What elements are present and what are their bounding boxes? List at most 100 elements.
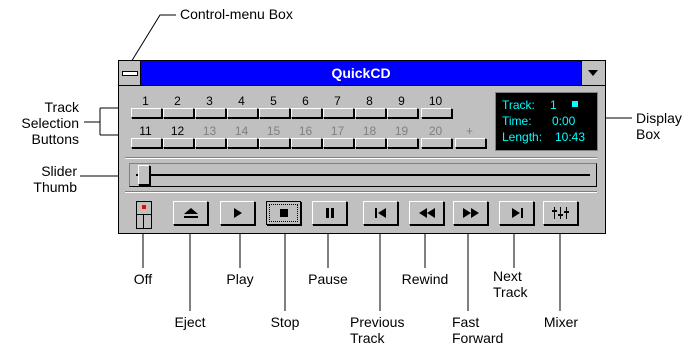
next-track-icon <box>511 208 523 218</box>
quickcd-window: QuickCD 1 2 3 4 5 6 7 8 9 10 11 12 13 14… <box>118 60 606 234</box>
callout-slider-thumb-2: Thumb <box>33 179 77 195</box>
track-number-label: 6 <box>302 94 309 108</box>
callout-track-selection-3: Buttons <box>31 131 79 147</box>
mixer-icon <box>551 207 569 219</box>
minimize-button[interactable] <box>581 61 605 85</box>
eject-icon <box>183 208 198 218</box>
off-button[interactable] <box>136 201 152 229</box>
track-button-8[interactable] <box>355 108 386 118</box>
callout-fast-forward-2: Forward <box>452 330 504 346</box>
track-button-7[interactable] <box>323 108 354 118</box>
title-bar: QuickCD <box>119 61 605 86</box>
fast-forward-icon <box>462 208 479 218</box>
stop-button[interactable] <box>266 201 301 225</box>
track-button-1[interactable] <box>131 108 162 118</box>
callout-rewind: Rewind <box>401 271 449 287</box>
track-number-label: 2 <box>174 94 181 108</box>
down-arrow-icon <box>588 70 598 76</box>
callout-display-box-2: Box <box>636 126 661 142</box>
callout-next-track-2: Track <box>493 284 528 300</box>
track-label: Track: <box>502 98 535 112</box>
track-number-label: 19 <box>394 124 409 138</box>
callout-track-selection-2: Selection <box>21 115 79 131</box>
play-icon <box>233 208 242 218</box>
track-number-label: 8 <box>366 94 373 108</box>
divider <box>143 215 144 228</box>
track-button-13[interactable] <box>195 138 226 148</box>
callout-next-track-1: Next <box>493 268 522 284</box>
track-number-label: 7 <box>334 94 341 108</box>
control-menu-icon <box>122 71 138 76</box>
track-button-3[interactable] <box>195 108 226 118</box>
control-menu-box[interactable] <box>119 61 141 85</box>
track-number-label: 12 <box>170 124 185 138</box>
track-number-label: 18 <box>362 124 377 138</box>
callout-control-menu-box: Control-menu Box <box>180 6 293 22</box>
slider-thumb[interactable] <box>138 165 150 185</box>
track-number-label: + <box>465 124 473 138</box>
separator <box>125 157 597 159</box>
time-value: 0:00 <box>552 114 576 128</box>
track-number-label: 16 <box>298 124 313 138</box>
next-track-button[interactable] <box>499 201 534 225</box>
track-number-label: 10 <box>428 94 443 108</box>
track-number-label: 14 <box>234 124 249 138</box>
track-button-14[interactable] <box>227 138 258 148</box>
separator <box>125 191 597 193</box>
rewind-icon <box>418 208 435 218</box>
track-number-label: 9 <box>398 94 405 108</box>
track-button-19[interactable] <box>387 138 418 148</box>
previous-track-icon <box>374 208 386 218</box>
callout-mixer: Mixer <box>543 314 579 330</box>
track-button-2[interactable] <box>163 108 194 118</box>
play-button[interactable] <box>220 201 255 225</box>
callout-previous-track-1: Previous <box>350 314 405 330</box>
track-button-17[interactable] <box>323 138 354 148</box>
callout-previous-track-2: Track <box>350 330 385 346</box>
display-box: Track: 1 Time: 0:00 Length: 10:43 <box>495 92 598 151</box>
callout-play: Play <box>226 271 254 287</box>
track-number-label: 11 <box>139 124 152 138</box>
track-number-label: 4 <box>238 94 245 108</box>
rewind-button[interactable] <box>409 201 444 225</box>
callout-eject: Eject <box>174 314 206 330</box>
callout-display-box-1: Display <box>636 110 682 126</box>
track-button-10[interactable] <box>421 108 452 118</box>
track-number-label: 5 <box>270 94 277 108</box>
length-label: Length: <box>502 130 543 144</box>
track-number-label: 15 <box>266 124 281 138</box>
track-number-label: 20 <box>428 124 443 138</box>
length-value: 10:43 <box>555 130 586 144</box>
track-button-5[interactable] <box>259 108 290 118</box>
track-button-6[interactable] <box>291 108 322 118</box>
slider-groove <box>136 174 590 176</box>
callout-stop: Stop <box>270 314 300 330</box>
divider <box>137 214 151 215</box>
pause-button[interactable] <box>312 201 347 225</box>
playing-indicator-icon <box>572 101 578 107</box>
fast-forward-button[interactable] <box>453 201 488 225</box>
track-button-16[interactable] <box>291 138 322 148</box>
callout-pause: Pause <box>308 271 348 287</box>
track-number-label: 17 <box>330 124 345 138</box>
track-button-more[interactable] <box>455 138 486 148</box>
eject-button[interactable] <box>173 201 208 225</box>
mixer-button[interactable] <box>543 201 578 225</box>
track-button-15[interactable] <box>259 138 290 148</box>
previous-track-button[interactable] <box>363 201 398 225</box>
pause-icon <box>325 208 334 218</box>
track-button-18[interactable] <box>355 138 386 148</box>
callout-off: Off <box>133 271 153 287</box>
track-button-11[interactable] <box>131 138 162 148</box>
window-title: QuickCD <box>331 65 391 81</box>
track-number-label: 3 <box>206 94 213 108</box>
stop-icon <box>279 209 288 217</box>
callout-fast-forward-1: Fast <box>452 314 480 330</box>
callout-track-selection-1: Track <box>44 99 79 115</box>
position-slider[interactable] <box>129 163 597 187</box>
track-button-9[interactable] <box>387 108 418 118</box>
track-button-12[interactable] <box>163 138 194 148</box>
callout-slider-thumb-1: Slider <box>41 163 77 179</box>
track-button-4[interactable] <box>227 108 258 118</box>
track-button-20[interactable] <box>421 138 452 148</box>
